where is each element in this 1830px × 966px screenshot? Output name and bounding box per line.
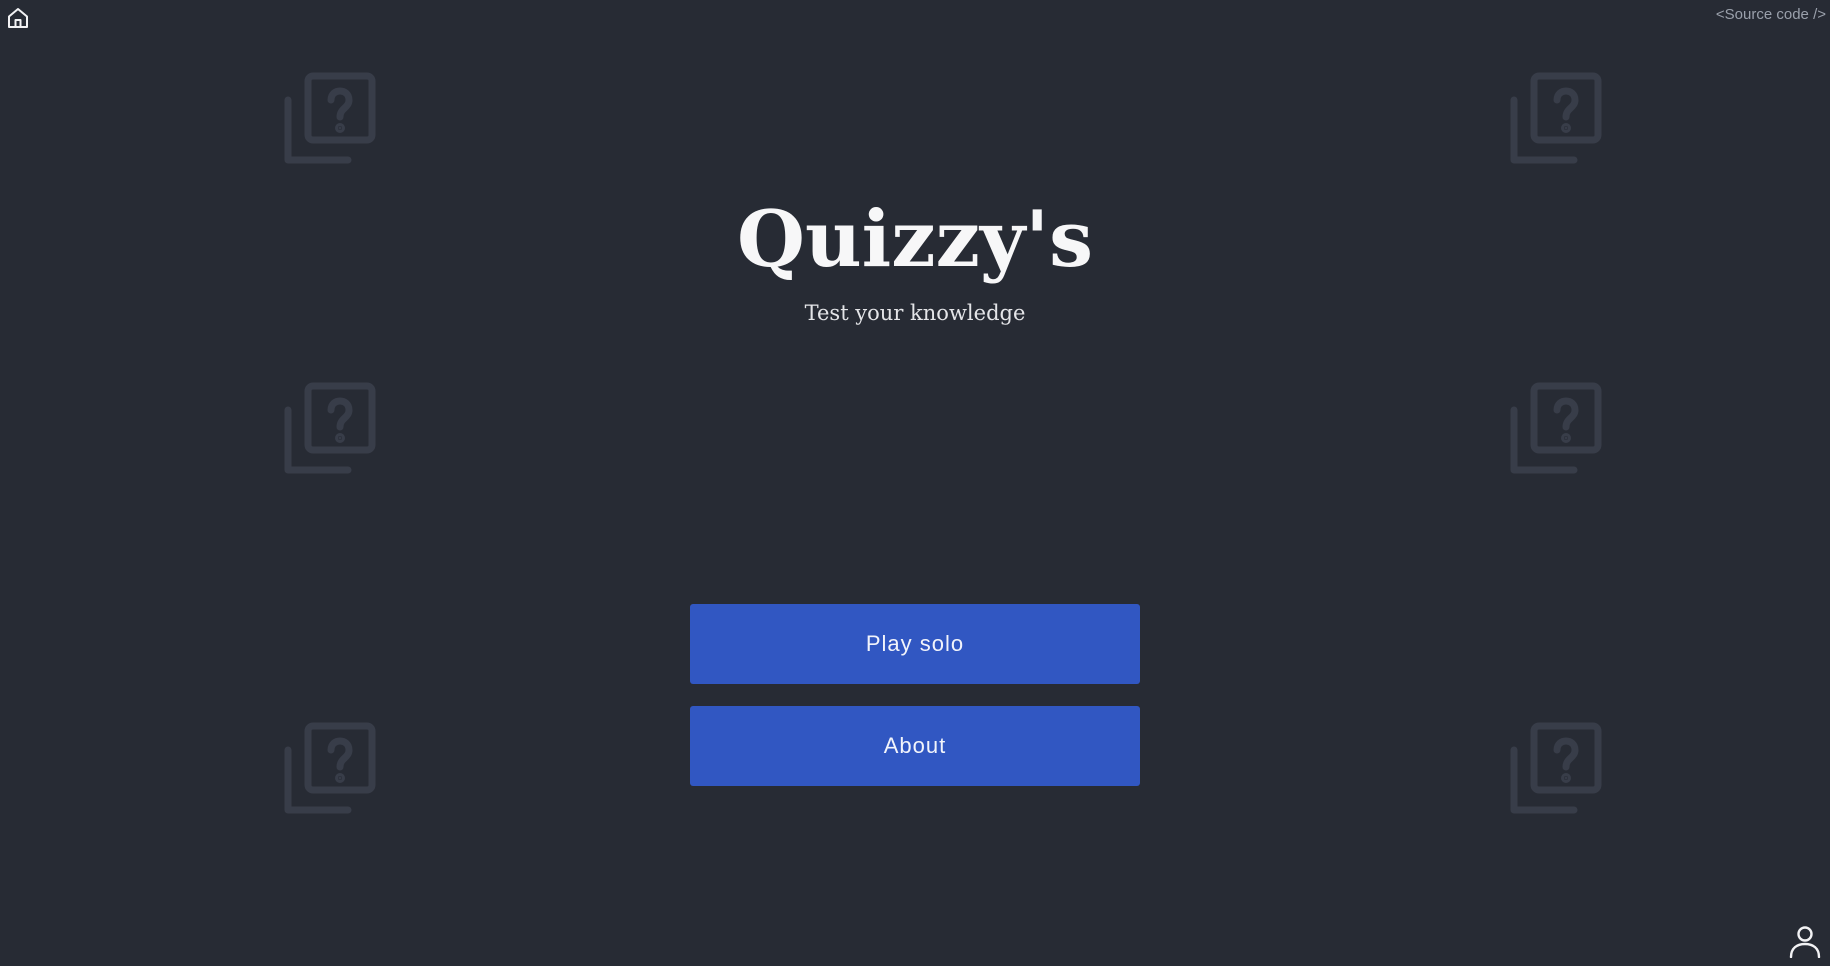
user-profile-button[interactable] [1788,924,1822,959]
app-subtitle: Test your knowledge [804,301,1026,325]
quiz-question-icon [1510,382,1602,474]
home-icon [8,8,28,28]
quiz-question-icon [284,722,376,814]
quiz-question-icon [284,382,376,474]
quiz-question-icon [1510,722,1602,814]
home-button[interactable] [6,6,30,30]
user-icon [1789,926,1821,959]
source-code-link[interactable]: <Source code /> [1716,6,1826,23]
play-solo-button[interactable]: Play solo [690,604,1140,684]
quiz-question-icon [1510,72,1602,164]
about-button[interactable]: About [690,706,1140,786]
quiz-question-icon [284,72,376,164]
app-title: Quizzy's [737,194,1093,285]
